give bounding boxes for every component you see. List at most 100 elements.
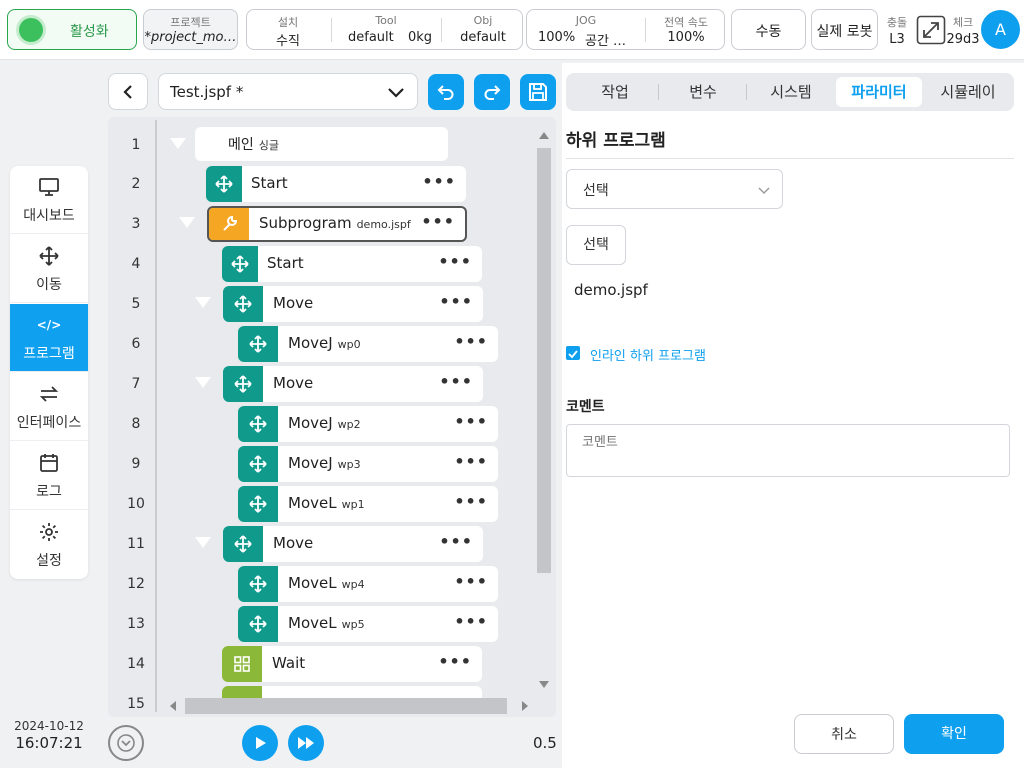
undo-button[interactable]	[428, 74, 464, 110]
speed-ratio-value: 0.5	[533, 734, 557, 752]
program-node-partial[interactable]	[222, 686, 482, 698]
move-icon	[222, 246, 258, 282]
program-node-start[interactable]: Start •••	[222, 246, 482, 282]
redo-button[interactable]	[474, 74, 510, 110]
grid-icon	[222, 686, 262, 698]
scroll-down-button[interactable]	[108, 725, 144, 761]
program-node-start[interactable]: Start •••	[206, 166, 466, 202]
select-file-button[interactable]: 선택	[566, 225, 626, 265]
back-button[interactable]	[108, 73, 148, 110]
nav-item-interface[interactable]: 인터페이스	[10, 373, 88, 441]
more-options-icon[interactable]: •••	[439, 374, 473, 390]
collapse-triangle-icon[interactable]	[179, 217, 195, 228]
time-label: 16:07:21	[15, 734, 83, 752]
tab-system[interactable]: 시스템	[750, 77, 832, 107]
more-options-icon[interactable]: •••	[454, 614, 488, 630]
vertical-scrollbar[interactable]	[537, 130, 551, 690]
more-options-icon[interactable]: •••	[439, 294, 473, 310]
program-node-move[interactable]: Move •••	[223, 526, 483, 562]
divider	[331, 18, 332, 42]
line-number: 2	[131, 176, 141, 192]
jog-space: 공간 …	[585, 34, 627, 49]
line-number: 4	[131, 256, 141, 272]
collapse-triangle-icon[interactable]	[195, 297, 211, 308]
program-node-move[interactable]: Move •••	[223, 286, 483, 322]
more-options-icon[interactable]: •••	[454, 414, 488, 430]
more-options-icon[interactable]: •••	[438, 254, 472, 270]
nav-item-label: 프로그램	[23, 346, 75, 362]
activate-button[interactable]: 활성화	[7, 9, 137, 50]
more-options-icon[interactable]: •••	[421, 214, 455, 230]
tab-variables[interactable]: 변수	[662, 77, 744, 107]
program-node-movej[interactable]: MoveJ wp2 •••	[238, 406, 498, 442]
more-options-icon[interactable]: •••	[438, 654, 472, 670]
more-options-icon[interactable]: •••	[454, 334, 488, 350]
fast-forward-button[interactable]	[288, 725, 324, 761]
play-button[interactable]	[242, 725, 278, 761]
move-icon	[10, 245, 88, 267]
install-label: 설치	[277, 16, 299, 29]
collision-indicator[interactable]: 충돌 L3	[882, 14, 912, 47]
inline-subprogram-checkbox[interactable]	[566, 346, 580, 360]
program-node-main[interactable]: 메인 싱글	[195, 127, 448, 161]
tab-parameters[interactable]: 파라미터	[836, 77, 922, 107]
save-button[interactable]	[520, 74, 556, 110]
nav-item-dashboard[interactable]: 대시보드	[10, 166, 88, 234]
expand-icon[interactable]	[916, 15, 946, 45]
program-node-movej[interactable]: MoveJ wp0 •••	[238, 326, 498, 362]
program-node-subprogram[interactable]: Subprogram demo.jspf •••	[207, 206, 467, 242]
line-number: 14	[127, 656, 145, 672]
program-node-wait[interactable]: Wait •••	[222, 646, 482, 682]
check-indicator[interactable]: 체크 29d3	[946, 14, 980, 47]
speed-label: 전역 속도	[664, 16, 708, 29]
manual-mode-button[interactable]: 수동	[731, 9, 806, 50]
tab-simulation[interactable]: 시뮬레이	[926, 77, 1010, 107]
save-icon	[529, 83, 547, 101]
install-value: 수직	[276, 34, 300, 49]
subprogram-select[interactable]: 선택	[566, 169, 783, 209]
tab-work[interactable]: 작업	[574, 77, 656, 107]
project-selector[interactable]: 프로젝트 *project_mo…	[143, 9, 238, 50]
cancel-button[interactable]: 취소	[794, 714, 894, 754]
inline-subprogram-label[interactable]: 인라인 하위 프로그램	[590, 345, 706, 364]
program-node-move[interactable]: Move •••	[223, 366, 483, 402]
tool-weight: 0kg	[408, 30, 433, 45]
collapse-triangle-icon[interactable]	[195, 537, 211, 548]
comment-field[interactable]	[566, 424, 1010, 477]
nav-item-label: 설정	[36, 553, 62, 569]
more-options-icon[interactable]: •••	[454, 494, 488, 510]
nav-item-log[interactable]: 로그	[10, 442, 88, 510]
move-icon	[223, 286, 263, 322]
program-node-movel[interactable]: MoveL wp5 •••	[238, 606, 498, 642]
node-name: 메인 싱글	[228, 137, 280, 153]
node-name: Start	[251, 174, 288, 192]
activate-label: 활성화	[70, 24, 109, 40]
side-navigation: 대시보드 이동 </> 프로그램 인터페이스 로그 설정	[10, 166, 88, 579]
collapse-triangle-icon[interactable]	[170, 138, 186, 149]
jog-panel[interactable]: JOG 100% 공간 … 전역 속도 100%	[526, 9, 725, 50]
more-options-icon[interactable]: •••	[439, 534, 473, 550]
nav-item-settings[interactable]: 설정	[10, 511, 88, 579]
nav-item-move[interactable]: 이동	[10, 235, 88, 303]
program-node-movej[interactable]: MoveJ wp3 •••	[238, 446, 498, 482]
program-node-movel[interactable]: MoveL wp4 •••	[238, 566, 498, 602]
manual-label: 수동	[755, 24, 782, 40]
more-options-icon[interactable]: •••	[422, 174, 456, 190]
grid-icon	[222, 646, 262, 682]
node-name: MoveJ wp0	[288, 334, 361, 352]
avatar[interactable]: A	[981, 10, 1020, 49]
collision-value: L3	[889, 32, 905, 47]
line-number: 12	[127, 576, 145, 592]
horizontal-scrollbar[interactable]	[168, 698, 536, 714]
node-name: Start	[267, 254, 304, 272]
divider	[441, 18, 442, 42]
more-options-icon[interactable]: •••	[454, 454, 488, 470]
real-robot-button[interactable]: 실제 로봇	[811, 9, 878, 50]
confirm-button[interactable]: 확인	[904, 714, 1004, 754]
collapse-triangle-icon[interactable]	[195, 377, 211, 388]
nav-item-program[interactable]: </> 프로그램	[10, 304, 88, 372]
program-node-movel[interactable]: MoveL wp1 •••	[238, 486, 498, 522]
more-options-icon[interactable]: •••	[454, 574, 488, 590]
setup-panel[interactable]: 설치 수직 Tool default 0kg Obj default	[246, 9, 523, 50]
file-selector[interactable]: Test.jspf *	[158, 73, 418, 110]
